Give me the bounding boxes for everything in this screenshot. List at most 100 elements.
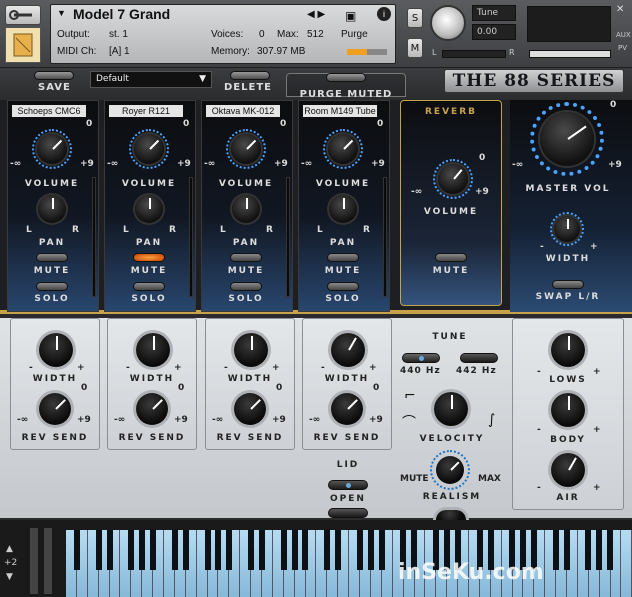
black-key[interactable]	[215, 530, 222, 570]
black-key[interactable]	[139, 530, 146, 570]
black-key[interactable]	[128, 530, 135, 570]
midi-channel-select[interactable]: [A] 1	[109, 46, 130, 57]
black-key[interactable]	[106, 530, 113, 570]
solo-button[interactable]	[36, 282, 68, 291]
black-key[interactable]	[356, 530, 363, 570]
black-key[interactable]	[248, 530, 255, 570]
master-volume-knob[interactable]	[540, 112, 594, 166]
volume-knob[interactable]	[231, 134, 261, 164]
volume-knob[interactable]	[37, 134, 67, 164]
white-key[interactable]	[621, 530, 632, 597]
volume-knob[interactable]	[134, 134, 164, 164]
black-key[interactable]	[226, 530, 233, 570]
air-knob[interactable]	[551, 453, 585, 487]
purge-muted-button[interactable]	[326, 73, 366, 82]
black-key[interactable]	[596, 530, 603, 570]
width-knob[interactable]	[136, 333, 170, 367]
rev-send-knob[interactable]	[39, 393, 71, 425]
mute-button[interactable]	[230, 253, 262, 262]
black-key[interactable]	[552, 530, 559, 570]
camera-icon[interactable]: ▣	[345, 9, 356, 23]
rev-send-knob[interactable]	[331, 393, 363, 425]
body-knob[interactable]	[551, 393, 585, 427]
level-meter	[527, 6, 611, 42]
black-key[interactable]	[280, 530, 287, 570]
reverb-volume-knob[interactable]	[438, 164, 468, 194]
output-select[interactable]: st. 1	[109, 29, 128, 40]
mute-button[interactable]	[36, 253, 68, 262]
prev-next-arrows-icon[interactable]: ◀ ▶	[307, 9, 325, 20]
preset-select[interactable]: Default ▼	[90, 71, 212, 88]
black-key[interactable]	[378, 530, 385, 570]
width-knob[interactable]	[39, 333, 73, 367]
tune-value[interactable]: 0.00	[472, 24, 516, 40]
mute-instrument-button[interactable]: M	[407, 38, 423, 58]
max-voices[interactable]: 512	[307, 29, 324, 40]
purge-menu[interactable]: Purge	[341, 29, 368, 40]
rev-send-knob[interactable]	[234, 393, 266, 425]
octave-up-icon[interactable]: ▲	[6, 544, 13, 554]
pv-button[interactable]: PV	[618, 44, 627, 52]
black-key[interactable]	[291, 530, 298, 570]
mic-name[interactable]: Schoeps CMC6	[12, 105, 86, 117]
volume-neg-inf-tick: -∞	[301, 159, 313, 169]
lows-knob[interactable]	[551, 333, 585, 367]
mic-name[interactable]: Room M149 Tube	[303, 105, 377, 117]
mute-button[interactable]	[327, 253, 359, 262]
pan-knob[interactable]	[329, 195, 357, 223]
442hz-button[interactable]	[460, 353, 498, 363]
wrench-icon[interactable]	[5, 5, 41, 25]
black-key[interactable]	[607, 530, 614, 570]
velocity-knob[interactable]	[434, 392, 468, 426]
mute-button[interactable]	[133, 253, 165, 262]
aux-button[interactable]: AUX	[616, 31, 631, 39]
black-key[interactable]	[324, 530, 331, 570]
black-key[interactable]	[585, 530, 592, 570]
black-key[interactable]	[367, 530, 374, 570]
black-key[interactable]	[302, 530, 309, 570]
swap-lr-button[interactable]	[552, 280, 584, 289]
collapse-arrow-icon[interactable]: ▼	[57, 8, 66, 18]
tune-knob[interactable]	[430, 5, 466, 41]
rev-send-knob[interactable]	[136, 393, 168, 425]
realism-knob[interactable]	[436, 456, 464, 484]
purge-muted-tab[interactable]: PURGE MUTED	[286, 73, 406, 100]
pan-knob[interactable]	[38, 195, 66, 223]
black-key[interactable]	[335, 530, 342, 570]
save-button[interactable]	[34, 71, 74, 80]
black-key[interactable]	[171, 530, 178, 570]
volume-slider[interactable]	[529, 50, 611, 58]
black-key[interactable]	[182, 530, 189, 570]
master-width-knob[interactable]	[554, 216, 580, 242]
close-icon[interactable]: ✕	[616, 4, 624, 15]
mic-name[interactable]: Royer R121	[109, 105, 183, 117]
volume-knob[interactable]	[328, 134, 358, 164]
solo-instrument-button[interactable]: S	[407, 8, 423, 28]
pan-knob[interactable]	[135, 195, 163, 223]
info-icon[interactable]: i	[377, 7, 391, 21]
reverb-mute-button[interactable]	[435, 253, 467, 262]
mod-wheel[interactable]	[44, 528, 52, 594]
solo-button[interactable]	[133, 282, 165, 291]
black-key[interactable]	[258, 530, 265, 570]
solo-button[interactable]	[327, 282, 359, 291]
black-key[interactable]	[73, 530, 80, 570]
pan-slider[interactable]	[442, 50, 506, 58]
delete-button[interactable]	[230, 71, 270, 80]
mic-name[interactable]: Oktava MK-012	[206, 105, 280, 117]
width-knob[interactable]	[234, 333, 268, 367]
440hz-button[interactable]	[402, 353, 440, 363]
pitch-wheel[interactable]	[30, 528, 38, 594]
width-knob[interactable]	[331, 333, 365, 367]
octave-down-icon[interactable]: ▼	[6, 572, 13, 582]
black-key[interactable]	[150, 530, 157, 570]
lid-open-button[interactable]	[328, 480, 368, 490]
black-key[interactable]	[563, 530, 570, 570]
solo-button[interactable]	[230, 282, 262, 291]
lid-closed-button[interactable]	[328, 508, 368, 518]
volume-zero-tick: 0	[377, 119, 384, 129]
pan-knob[interactable]	[232, 195, 260, 223]
extra-knob[interactable]	[436, 510, 466, 520]
black-key[interactable]	[204, 530, 211, 570]
black-key[interactable]	[95, 530, 102, 570]
